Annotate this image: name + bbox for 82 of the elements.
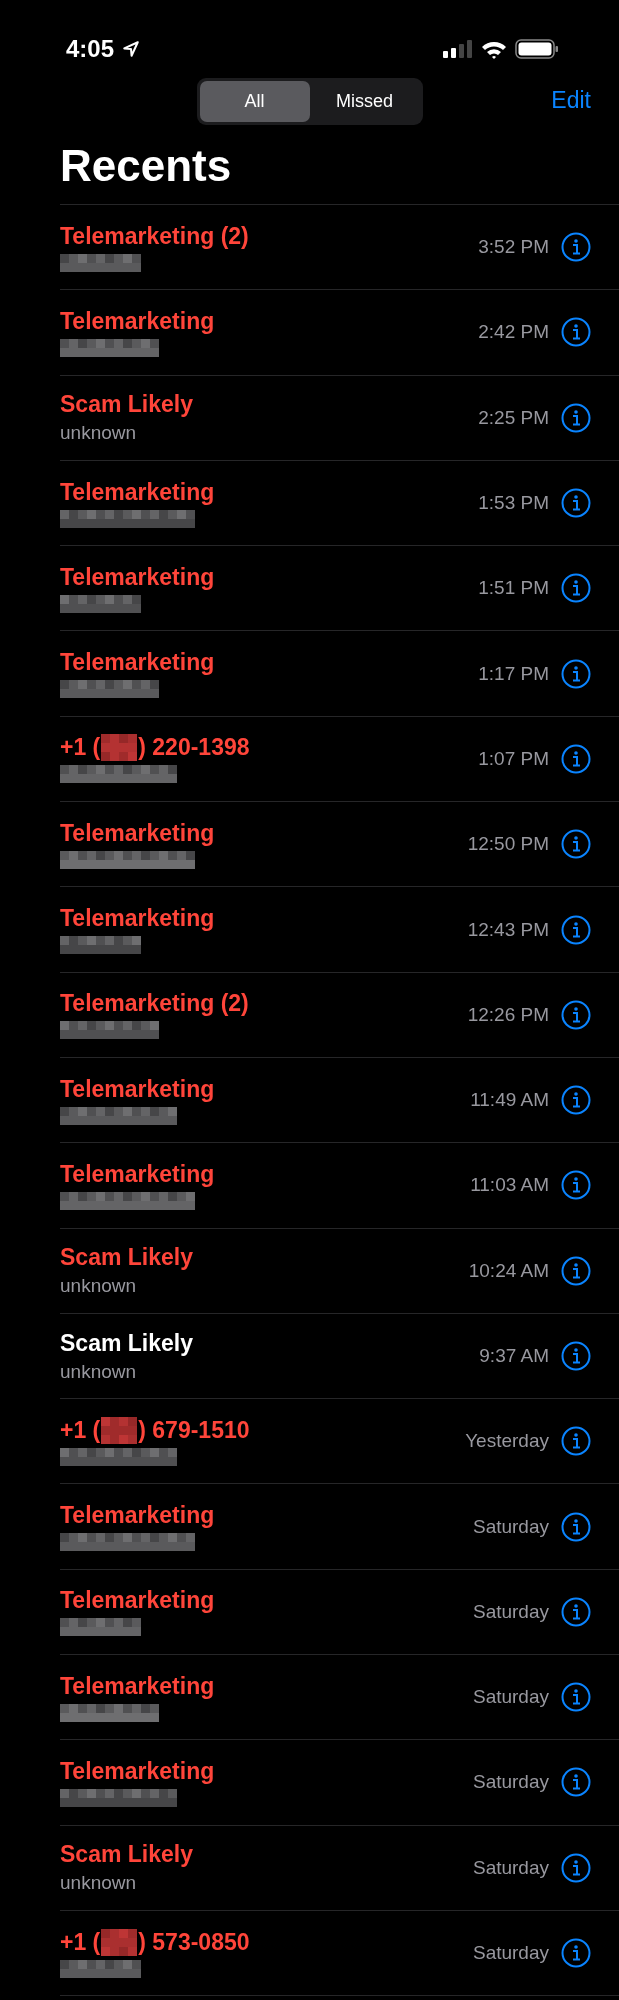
- call-detail: unknown: [60, 1872, 137, 1895]
- caller-name: Telemarketing: [60, 649, 215, 677]
- status-time: 4:05: [66, 35, 115, 63]
- location-arrow-icon: [122, 40, 141, 58]
- info-icon[interactable]: [561, 1852, 591, 1883]
- info-icon[interactable]: [561, 1511, 591, 1542]
- caller-name: Telemarketing (2): [60, 222, 249, 250]
- caller-name: Telemarketing: [60, 563, 215, 591]
- caller-number: ) 220-1398: [138, 734, 250, 762]
- call-time: 1:07 PM: [478, 747, 549, 770]
- signal-icon: [443, 40, 473, 58]
- call-time: Saturday: [472, 1515, 549, 1538]
- caller-name: Telemarketing: [60, 1758, 215, 1785]
- caller-name: Telemarketing: [60, 1075, 215, 1103]
- caller-name: Telemarketing: [60, 1502, 215, 1530]
- caller-number: +1 (: [60, 1928, 101, 1956]
- call-time: 12:43 PM: [467, 918, 549, 941]
- call-time: 1:51 PM: [478, 577, 549, 600]
- wifi-icon: [481, 39, 507, 59]
- redacted-area-code: [101, 1416, 138, 1444]
- caller-number: ) 679-1510: [138, 1416, 250, 1444]
- redacted-area-code: [101, 1928, 138, 1956]
- call-time: 10:24 AM: [468, 1259, 549, 1282]
- info-icon[interactable]: [561, 402, 591, 433]
- info-icon[interactable]: [561, 488, 591, 519]
- caller-name: Telemarketing: [60, 905, 215, 932]
- caller-name: Scam Likely: [60, 1329, 193, 1357]
- info-icon[interactable]: [561, 1596, 591, 1627]
- call-time: 1:53 PM: [478, 492, 549, 515]
- call-time: Yesterday: [465, 1430, 549, 1453]
- filter-tab[interactable]: All: [199, 80, 310, 122]
- info-icon[interactable]: [561, 1085, 591, 1116]
- call-time: Saturday: [472, 1771, 549, 1794]
- filter-tab[interactable]: Missed: [309, 80, 420, 122]
- call-time: 12:26 PM: [467, 1003, 549, 1026]
- caller-name: Telemarketing: [60, 307, 215, 335]
- caller-name: Scam Likely: [60, 1841, 193, 1869]
- caller-name: Telemarketing: [60, 1160, 215, 1188]
- call-detail: unknown: [60, 1275, 137, 1298]
- caller-name: Telemarketing: [60, 1672, 215, 1700]
- call-time: 11:49 AM: [470, 1089, 549, 1112]
- call-time: 2:42 PM: [478, 321, 549, 344]
- info-icon[interactable]: [561, 1682, 591, 1713]
- caller-name: Scam Likely: [60, 391, 193, 419]
- caller-name: Scam Likely: [60, 1244, 193, 1272]
- info-icon[interactable]: [561, 829, 591, 860]
- edit-button[interactable]: Edit: [545, 86, 597, 115]
- info-icon[interactable]: [561, 1938, 591, 1969]
- caller-number: ) 573-0850: [138, 1928, 250, 1956]
- call-time: Saturday: [472, 1686, 549, 1709]
- info-icon[interactable]: [561, 658, 591, 689]
- info-icon[interactable]: [561, 1255, 591, 1286]
- info-icon[interactable]: [561, 1426, 591, 1457]
- call-detail: unknown: [60, 422, 137, 445]
- battery-icon: [515, 39, 559, 59]
- caller-name: Telemarketing: [60, 478, 215, 506]
- call-time: 3:52 PM: [478, 236, 549, 259]
- caller-name: Telemarketing: [60, 819, 215, 847]
- info-icon[interactable]: [561, 914, 591, 945]
- info-icon[interactable]: [561, 999, 591, 1030]
- info-icon[interactable]: [561, 1341, 591, 1371]
- call-time: 2:25 PM: [478, 406, 549, 429]
- call-time: 1:17 PM: [478, 662, 549, 685]
- call-time: Saturday: [472, 1856, 549, 1879]
- caller-name: Telemarketing: [60, 1587, 215, 1615]
- call-time: Saturday: [472, 1600, 549, 1623]
- info-icon[interactable]: [561, 1767, 591, 1798]
- call-time: 11:03 AM: [470, 1174, 549, 1197]
- info-icon[interactable]: [561, 743, 591, 774]
- call-time: Saturday: [472, 1942, 549, 1965]
- call-detail: unknown: [60, 1360, 137, 1383]
- info-icon[interactable]: [561, 317, 591, 348]
- caller-number: +1 (: [60, 734, 101, 762]
- caller-name: Telemarketing (2): [60, 990, 249, 1018]
- info-icon[interactable]: [561, 573, 591, 604]
- call-time: 9:37 AM: [479, 1345, 549, 1367]
- info-icon[interactable]: [561, 232, 591, 263]
- call-time: 12:50 PM: [467, 833, 549, 856]
- page-title: Recents: [60, 140, 233, 192]
- caller-number: +1 (: [60, 1416, 101, 1444]
- info-icon[interactable]: [561, 1170, 591, 1201]
- redacted-area-code: [101, 734, 138, 762]
